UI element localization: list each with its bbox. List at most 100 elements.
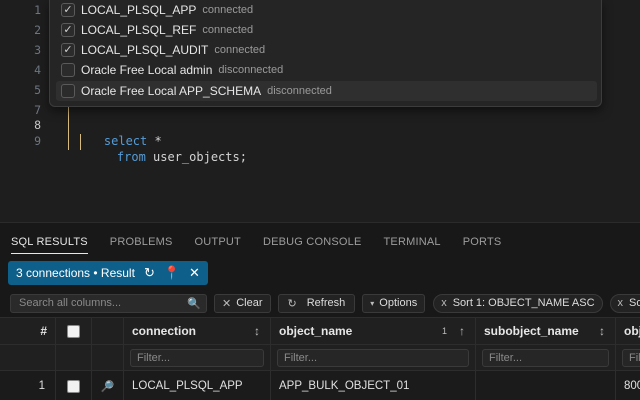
bottom-panel: SQL RESULTS PROBLEMS OUTPUT DEBUG CONSOL… [0,222,640,400]
check-icon[interactable]: ✓ [61,3,75,17]
select-all-cell [56,318,92,344]
column-header-spacer [92,318,124,344]
connection-name: Oracle Free Local admin [81,63,213,77]
connection-status: disconnected [218,64,284,76]
filter-spacer [56,345,92,370]
sort-chip-1[interactable]: x Sort 1: OBJECT_NAME ASC [433,293,603,313]
column-header-obj[interactable]: obj [616,318,640,344]
filter-object-name-cell: Filter... [271,345,476,370]
row-checkbox[interactable] [67,379,80,393]
filter-spacer [0,345,56,370]
line-number: 1 [34,3,41,17]
sort-both-icon[interactable]: ↕ [599,324,605,338]
sort-chip-label: Sort 1: OBJECT_NAME ASC [452,297,595,309]
connection-option[interactable]: ✓ LOCAL_PLSQL_AUDIT connected [56,40,597,60]
connection-option[interactable]: ✓ LOCAL_PLSQL_APP connected [56,0,597,20]
result-badge-label: 3 connections • Result [16,266,135,280]
select-all-checkbox[interactable] [67,324,80,338]
code-line-8[interactable]: select * [75,117,162,148]
sort-order-number: 1 [441,326,447,336]
connection-option[interactable]: Oracle Free Local APP_SCHEMA disconnecte… [56,81,597,101]
clear-label: Clear [236,297,263,309]
sort-both-icon[interactable]: ↕ [254,324,260,338]
check-icon[interactable]: ✓ [61,43,75,57]
line-number: 4 [34,63,41,77]
connection-name: LOCAL_PLSQL_AUDIT [81,43,209,57]
checkbox-empty-icon[interactable] [61,84,75,98]
tab-terminal[interactable]: TERMINAL [384,223,441,261]
search-input[interactable]: Search all columns... 🔍 [10,293,207,313]
remove-icon[interactable]: x [618,297,624,309]
tab-sql-results[interactable]: SQL RESULTS [11,223,88,261]
clear-button[interactable]: ✕ Clear [214,293,271,313]
cell-object-name: APP_BULK_OBJECT_01 [271,371,476,400]
tab-problems[interactable]: PROBLEMS [110,223,173,261]
row-number: 1 [0,371,56,400]
connection-option[interactable]: Oracle Free Local admin disconnected [56,60,597,80]
filter-object-name-input[interactable]: Filter... [277,348,469,367]
panel-tabs: SQL RESULTS PROBLEMS OUTPUT DEBUG CONSOL… [0,223,523,261]
table-row[interactable]: 1 🔎 LOCAL_PLSQL_APP APP_BULK_OBJECT_01 8… [0,371,640,400]
connection-name: LOCAL_PLSQL_APP [81,3,197,17]
connection-name: LOCAL_PLSQL_REF [81,23,197,37]
column-header-label: connection [132,324,197,338]
filter-connection-input[interactable]: Filter... [130,348,264,367]
refresh-button[interactable]: ↻ Refresh [277,293,356,313]
results-grid: # connection ↕ object_name 1 ↑ subobject… [0,317,640,400]
chevron-down-icon: ▾ [370,298,375,308]
options-label: Options [379,297,418,309]
remove-icon[interactable]: x [441,297,447,309]
grid-header-row: # connection ↕ object_name 1 ↑ subobject… [0,317,640,345]
tab-output[interactable]: OUTPUT [195,223,241,261]
code-line-9[interactable]: from user_objects; [88,133,247,164]
refresh-label: Refresh [306,297,346,309]
pin-icon[interactable]: 📍 [164,265,180,281]
filter-spacer [92,345,124,370]
column-header-subobject-name[interactable]: subobject_name ↕ [476,318,616,344]
search-placeholder: Search all columns... [19,297,122,309]
grid-filter-row: Filter... Filter... Filter... Filter... [0,345,640,371]
result-badge[interactable]: 3 connections • Result ↻ 📍 ✕ [8,261,208,285]
close-icon: ✕ [222,297,232,310]
options-button[interactable]: ▾ Options [362,293,426,313]
filter-obj-input[interactable]: Filter... [622,348,640,367]
filter-obj-cell: Filter... [616,345,640,370]
column-header-connection[interactable]: connection ↕ [124,318,271,344]
line-number: 5 [34,83,41,97]
connection-status: disconnected [267,85,332,97]
close-icon[interactable]: ✕ [189,265,200,281]
connection-status: connected [202,24,254,36]
sort-chip-2[interactable]: x Sort 2: [609,293,640,313]
code-editor[interactable]: 1 2 3 4 5 7 8 9 select * from user_objec… [0,0,640,222]
filter-subobject-name-input[interactable]: Filter... [482,348,609,367]
refresh-icon: ↻ [287,297,297,310]
line-number: 2 [34,23,41,37]
sort-chip-label: Sort 2: [629,297,640,309]
filter-subobject-name-cell: Filter... [476,345,616,370]
column-header-label: object_name [279,324,353,338]
search-icon: 🔍 [187,297,201,310]
sort-ascending-icon[interactable]: ↑ [459,324,465,338]
cell-obj: 800 [624,380,640,392]
connection-status: connected [202,4,254,16]
cell-connection: LOCAL_PLSQL_APP [124,371,271,400]
connection-status: connected [214,44,266,56]
indent-guide [68,104,69,150]
column-header-object-name[interactable]: object_name 1 ↑ [271,318,476,344]
sql-keyword: from [116,150,146,164]
sql-text: user_objects; [145,150,247,164]
results-toolbar: Search all columns... 🔍 ✕ Clear ↻ Refres… [10,293,640,313]
checkbox-empty-icon[interactable] [61,63,75,77]
cell-subobject-name [476,371,616,400]
connection-name: Oracle Free Local APP_SCHEMA [81,84,262,98]
refresh-icon[interactable]: ↻ [144,265,155,281]
check-icon[interactable]: ✓ [61,23,75,37]
inspect-icon[interactable]: 🔎 [92,371,124,400]
connection-option[interactable]: ✓ LOCAL_PLSQL_REF connected [56,20,597,40]
column-header-label: subobject_name [484,324,579,338]
filter-connection-cell: Filter... [124,345,271,370]
row-select-cell [56,371,92,400]
tab-ports[interactable]: PORTS [463,223,502,261]
tab-debug-console[interactable]: DEBUG CONSOLE [263,223,362,261]
line-number: 9 [34,134,41,148]
